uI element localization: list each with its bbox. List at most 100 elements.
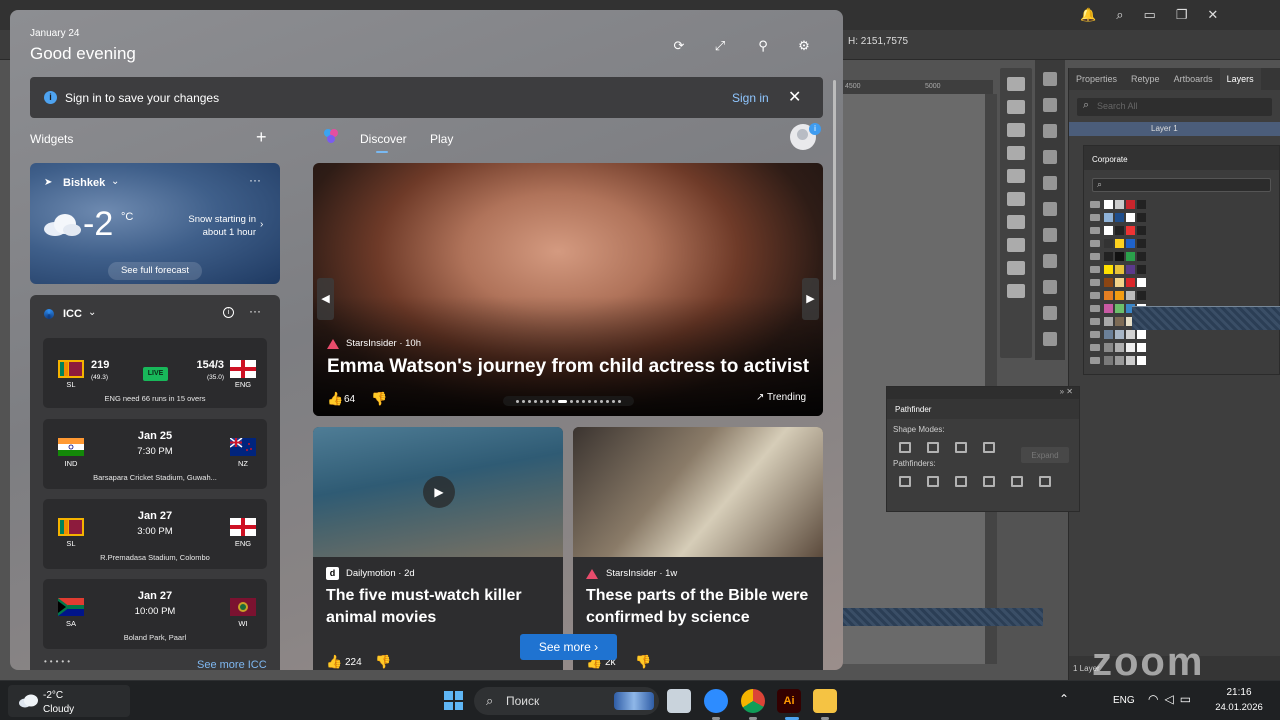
coordinate-value[interactable]: 2151,7575 — [861, 36, 908, 47]
tab-pathfinder[interactable]: Pathfinder — [887, 399, 1079, 419]
swatch-folder-icon[interactable] — [1090, 292, 1100, 299]
color-swatch[interactable] — [1137, 239, 1146, 248]
weather-alert[interactable]: Snow starting in about 1 hour — [172, 213, 256, 239]
swatch-folder-icon[interactable] — [1090, 318, 1100, 325]
gradient-tool-icon[interactable] — [1007, 215, 1025, 229]
workspace-icon[interactable]: ▭ — [1143, 7, 1155, 23]
refresh-icon[interactable]: ⟳ — [671, 38, 687, 54]
color-swatch[interactable] — [1104, 278, 1113, 287]
swatch-folder-icon[interactable] — [1090, 240, 1100, 247]
chevron-up-icon[interactable]: ⌃ — [1059, 692, 1069, 706]
selected-pattern-object[interactable] — [1132, 306, 1280, 330]
zoom-app-icon[interactable] — [704, 689, 728, 713]
color-swatch[interactable] — [1104, 291, 1113, 300]
match-card[interactable]: IND Jan 25 7:30 PM NZ Barsapara Cricket … — [43, 419, 267, 489]
language-indicator[interactable]: ENG — [1113, 695, 1135, 706]
system-tray-icons[interactable]: ◠◁▭ — [1148, 692, 1197, 706]
canvas-pattern-object[interactable] — [843, 608, 1043, 626]
crop-icon[interactable] — [983, 476, 995, 487]
color-swatch[interactable] — [1115, 200, 1124, 209]
merge-icon[interactable] — [955, 476, 967, 487]
swatch-folder-icon[interactable] — [1090, 344, 1100, 351]
export-tool-icon[interactable] — [1007, 261, 1025, 275]
color-swatch[interactable] — [1126, 226, 1135, 235]
canvas-scrollbar[interactable] — [985, 94, 997, 664]
asset-export-icon[interactable] — [1043, 332, 1057, 346]
color-swatch[interactable] — [1137, 265, 1146, 274]
divide-icon[interactable] — [899, 476, 911, 487]
color-swatch[interactable] — [1104, 330, 1113, 339]
clock-date[interactable]: 24.01.2026 — [1211, 702, 1267, 713]
clock-time[interactable]: 21:16 — [1211, 687, 1267, 698]
pagination-dots[interactable]: ••••• — [44, 657, 73, 666]
taskbar-search[interactable]: ⌕ Поиск — [474, 687, 659, 715]
color-swatch[interactable] — [1126, 200, 1135, 209]
panel-close-icon[interactable]: » ✕ — [887, 387, 1079, 399]
exclude-icon[interactable] — [983, 442, 995, 453]
thumbs-up-icon[interactable]: 👍 — [327, 391, 343, 407]
close-banner-icon[interactable]: ✕ — [788, 87, 801, 107]
carousel-dots[interactable] — [503, 396, 634, 406]
color-swatch[interactable] — [1126, 213, 1135, 222]
expand-button[interactable]: Expand — [1021, 447, 1069, 463]
restore-icon[interactable]: ❐ — [1176, 7, 1188, 23]
type-tool-icon[interactable] — [1007, 146, 1025, 160]
expand-icon[interactable]: ⤢ — [712, 38, 728, 54]
battery-icon[interactable]: ▭ — [1180, 692, 1197, 706]
color-swatch[interactable] — [1137, 291, 1146, 300]
character-icon[interactable] — [1043, 150, 1057, 164]
color-swatch[interactable] — [1126, 278, 1135, 287]
minus-front-icon[interactable] — [927, 442, 939, 453]
color-swatch[interactable] — [1126, 356, 1135, 365]
color-swatch[interactable] — [1137, 356, 1146, 365]
minus-back-icon[interactable] — [1039, 476, 1051, 487]
see-forecast-button[interactable]: See full forecast — [108, 262, 202, 280]
card-title[interactable]: The five must-watch killer animal movies — [326, 585, 556, 629]
color-swatch[interactable] — [1104, 200, 1113, 209]
color-swatch[interactable] — [1115, 304, 1124, 313]
artboard-canvas[interactable] — [843, 94, 993, 664]
unite-icon[interactable] — [899, 442, 911, 453]
carousel-next-button[interactable]: ▶ — [802, 278, 819, 320]
chrome-app-icon[interactable] — [741, 689, 765, 713]
swatch-folder-icon[interactable] — [1090, 214, 1100, 221]
thumbs-down-icon[interactable]: 👎 — [635, 654, 651, 670]
color-swatch[interactable] — [1126, 291, 1135, 300]
brush-icon[interactable] — [1043, 98, 1057, 112]
club-symbol-icon[interactable] — [1043, 72, 1057, 86]
color-swatch[interactable] — [1115, 239, 1124, 248]
chevron-down-icon[interactable]: ⌄ — [111, 176, 119, 187]
windows-start-icon[interactable] — [444, 691, 463, 710]
board-scrollbar[interactable] — [833, 80, 836, 280]
hero-title[interactable]: Emma Watson's journey from child actress… — [327, 356, 809, 378]
color-swatch[interactable] — [1115, 356, 1124, 365]
color-swatch[interactable] — [1126, 265, 1135, 274]
pathfinder-icon[interactable] — [1043, 280, 1057, 294]
puppet-warp-tool-icon[interactable] — [1007, 77, 1025, 91]
bell-icon[interactable]: 🔔 — [1080, 7, 1096, 23]
swatch-folder-icon[interactable] — [1090, 201, 1100, 208]
color-swatch[interactable] — [1137, 343, 1146, 352]
hero-story[interactable]: ◀ ▶ StarsInsider · 10h Emma Watson's jou… — [313, 163, 823, 416]
align-tool-icon[interactable] — [1007, 284, 1025, 298]
color-swatch[interactable] — [1115, 226, 1124, 235]
color-swatch[interactable] — [1115, 278, 1124, 287]
layer-row[interactable]: Layer 1 — [1069, 122, 1280, 136]
color-swatch[interactable] — [1115, 265, 1124, 274]
tab-discover[interactable]: Discover — [360, 132, 407, 146]
search-icon[interactable]: ⌕ — [1116, 7, 1123, 23]
signin-link[interactable]: Sign in — [732, 91, 769, 105]
color-swatch[interactable] — [1104, 226, 1113, 235]
color-swatch[interactable] — [1126, 330, 1135, 339]
task-view-icon[interactable] — [667, 689, 691, 713]
color-swatch[interactable] — [1104, 317, 1113, 326]
weather-location[interactable]: Bishkek — [63, 177, 105, 189]
links-icon[interactable] — [1043, 306, 1057, 320]
color-swatch[interactable] — [1115, 291, 1124, 300]
trim-icon[interactable] — [927, 476, 939, 487]
thumbs-up-icon[interactable]: 👍 — [326, 654, 342, 670]
paragraph-tool-icon[interactable] — [1007, 169, 1025, 183]
color-swatch[interactable] — [1126, 239, 1135, 248]
icc-title[interactable]: ICC — [63, 308, 82, 320]
transparency-tool-icon[interactable] — [1007, 238, 1025, 252]
